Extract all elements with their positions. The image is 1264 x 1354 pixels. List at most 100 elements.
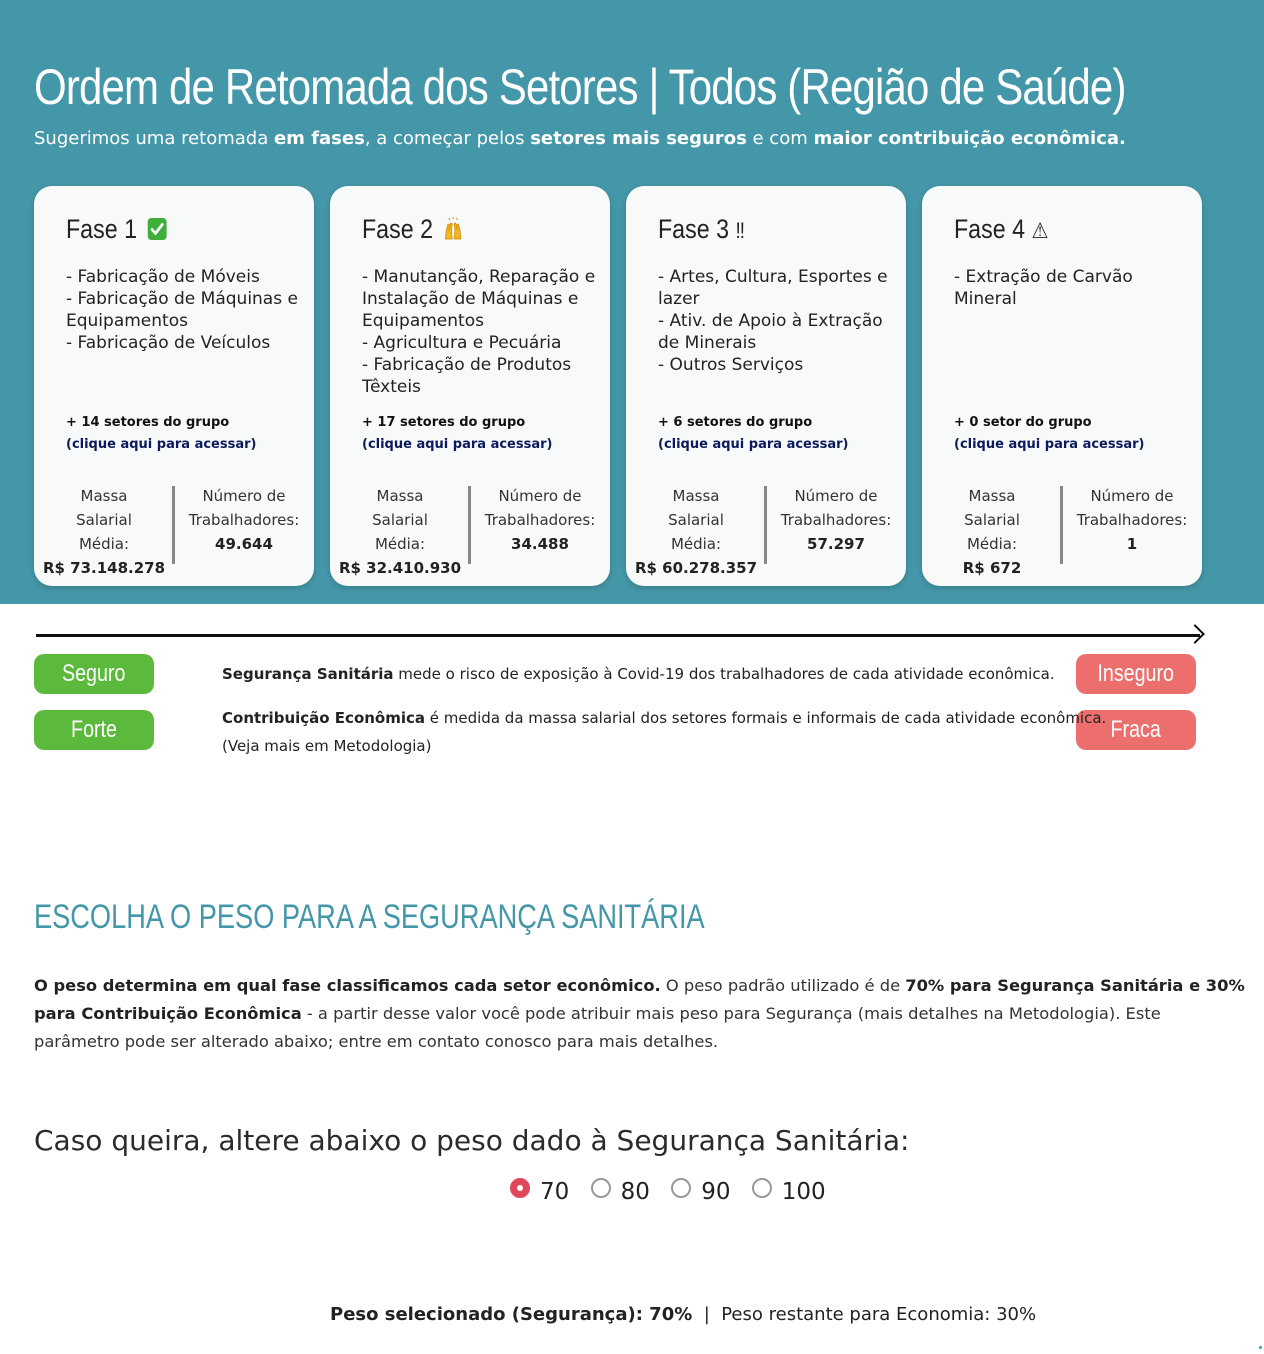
- radio-unselected-icon[interactable]: [590, 1178, 611, 1198]
- workers-value: 49.644: [215, 535, 273, 553]
- arrow-right-icon: [1185, 624, 1205, 644]
- phase-stats: Massa Salarial Média: R$ 672 Número de Tr…: [922, 484, 1202, 577]
- wage-label: Massa Salarial Média:: [76, 487, 132, 553]
- weight-summary: Peso selecionado (Segurança): 70% | Peso…: [330, 1304, 1036, 1325]
- access-sectors-link[interactable]: (clique aqui para acessar): [362, 434, 552, 456]
- remaining-weight: Peso restante para Economia: 30%: [721, 1304, 1037, 1325]
- subtitle-text: Sugerimos uma retomada: [34, 128, 274, 149]
- more-sectors-count: + 14 setores do grupo: [66, 415, 230, 430]
- sector-list: - Manutanção, Reparação e Instalação de …: [362, 266, 598, 398]
- weight-option-label: 70: [540, 1179, 570, 1205]
- safety-text: mede o risco de exposição à Covid-19 dos…: [393, 665, 1055, 683]
- more-sectors-count: + 6 setores do grupo: [658, 415, 813, 430]
- subtitle-bold: setores mais seguros: [530, 128, 747, 149]
- sector-list: - Fabricação de Móveis - Fabricação de M…: [66, 266, 302, 354]
- wage-label: Massa Salarial Média:: [964, 487, 1020, 553]
- phase-title-text: Fase 1: [66, 214, 137, 244]
- economy-text: é medida da massa salarial dos setores f…: [425, 709, 1107, 727]
- check-mark-icon: [147, 218, 167, 240]
- sector-item: - Artes, Cultura, Esportes e lazer: [658, 267, 888, 309]
- phase-stats: Massa Salarial Média: R$ 60.278.357 Númer…: [626, 484, 906, 577]
- sector-item: - Agricultura e Pecuária: [362, 333, 562, 353]
- sector-item: - Fabricação de Móveis: [66, 267, 260, 287]
- page-subtitle: Sugerimos uma retomada em fases, a começ…: [34, 128, 1126, 149]
- access-sectors-link[interactable]: (clique aqui para acessar): [954, 434, 1144, 456]
- radio-unselected-icon[interactable]: [751, 1178, 772, 1198]
- weight-explanation: O peso determina em qual fase classifica…: [34, 972, 1246, 1056]
- sector-item: - Outros Serviços: [658, 355, 804, 375]
- phase-title: Fase 3 ‼: [658, 214, 745, 245]
- radio-selected-icon[interactable]: [510, 1178, 530, 1198]
- sector-item: - Fabricação de Máquinas e Equipamentos: [66, 289, 298, 331]
- weight-section-title: ESCOLHA O PESO PARA A SEGURANÇA SANITÁRI…: [34, 898, 705, 936]
- unsafe-badge: Inseguro: [1076, 654, 1196, 694]
- wage-value: R$ 73.148.278: [42, 559, 166, 577]
- weight-option-80[interactable]: 80: [590, 1178, 650, 1205]
- sector-list: - Artes, Cultura, Esportes e lazer - Ati…: [658, 266, 894, 376]
- weight-option-label: 100: [781, 1179, 826, 1205]
- economy-description: Contribuição Econômica é medida da massa…: [222, 704, 1106, 760]
- workers-label: Número de Trabalhadores:: [188, 487, 300, 529]
- page-title: Ordem de Retomada dos Setores | Todos (R…: [34, 59, 1126, 115]
- economy-term: Contribuição Econômica: [222, 709, 426, 727]
- methodology-note: (Veja mais em Metodologia): [222, 737, 432, 755]
- wage-stat: Massa Salarial Média: R$ 60.278.357: [626, 484, 766, 580]
- phase-title-text: Fase 2: [362, 214, 433, 244]
- phase-card-3: Fase 3 ‼ - Artes, Cultura, Esportes e la…: [626, 186, 906, 586]
- wage-label: Massa Salarial Média:: [372, 487, 428, 553]
- weight-question: Caso queira, altere abaixo o peso dado à…: [34, 1124, 910, 1157]
- header-banner: Ordem de Retomada dos Setores | Todos (R…: [0, 0, 1264, 604]
- sector-item: - Extração de Carvão Mineral: [954, 267, 1133, 309]
- wage-label: Massa Salarial Média:: [668, 487, 724, 553]
- scale-arrow-line: [36, 634, 1200, 637]
- workers-label: Número de Trabalhadores:: [1076, 487, 1188, 529]
- phase-stats: Massa Salarial Média: R$ 32.410.930 Númer…: [330, 484, 610, 577]
- phase-title: Fase 1: [66, 214, 168, 245]
- more-sectors-count: + 17 setores do grupo: [362, 415, 526, 430]
- explanation-bold: O peso determina em qual fase classifica…: [34, 976, 661, 995]
- weight-option-90[interactable]: 90: [671, 1178, 730, 1205]
- more-sectors: + 6 setores do grupo (clique aqui para a…: [658, 412, 848, 456]
- phase-stats: Massa Salarial Média: R$ 73.148.278 Númer…: [34, 484, 314, 577]
- wage-stat: Massa Salarial Média: R$ 32.410.930: [330, 484, 470, 580]
- access-sectors-link[interactable]: (clique aqui para acessar): [658, 434, 848, 456]
- workers-stat: Número de Trabalhadores: 34.488: [470, 484, 610, 556]
- unsafe-badge-label: Inseguro: [1097, 660, 1175, 687]
- wage-value: R$ 32.410.930: [338, 559, 462, 577]
- sector-item: - Fabricação de Veículos: [66, 333, 271, 353]
- wage-stat: Massa Salarial Média: R$ 672: [922, 484, 1062, 580]
- sector-list: - Extração de Carvão Mineral: [954, 266, 1190, 310]
- phase-card-4: Fase 4 ⚠ - Extração de Carvão Mineral + …: [922, 186, 1202, 586]
- sector-item: - Manutanção, Reparação e Instalação de …: [362, 267, 596, 331]
- summary-separator: |: [692, 1304, 722, 1325]
- radio-unselected-icon[interactable]: [671, 1178, 692, 1198]
- workers-value: 34.488: [511, 535, 569, 553]
- workers-label: Número de Trabalhadores:: [780, 487, 892, 529]
- weight-option-label: 90: [701, 1179, 731, 1205]
- raising-hands-icon: [445, 217, 462, 240]
- subtitle-text: , a começar pelos: [364, 128, 531, 149]
- double-exclamation-icon: ‼: [735, 218, 745, 243]
- sector-item: - Ativ. de Apoio à Extração de Minerais: [658, 311, 883, 353]
- workers-value: 57.297: [807, 535, 865, 553]
- weight-option-70[interactable]: 70: [510, 1178, 569, 1205]
- access-sectors-link[interactable]: (clique aqui para acessar): [66, 434, 256, 456]
- more-sectors: + 14 setores do grupo (clique aqui para …: [66, 412, 256, 456]
- wage-stat: Massa Salarial Média: R$ 73.148.278: [34, 484, 174, 580]
- strong-badge: Forte: [34, 710, 154, 750]
- phase-title-text: Fase 3: [658, 214, 729, 244]
- safety-term: Segurança Sanitária: [222, 665, 394, 683]
- more-sectors: + 17 setores do grupo (clique aqui para …: [362, 412, 552, 456]
- warning-icon: ⚠: [1031, 218, 1049, 243]
- explanation-text: O peso padrão utilizado é de: [660, 976, 906, 995]
- weak-badge-label: Fraca: [1110, 716, 1162, 743]
- safe-badge: Seguro: [34, 654, 154, 694]
- wage-value: R$ 60.278.357: [634, 559, 758, 577]
- phase-card-1: Fase 1 - Fabricação de Móveis - Fabricaç…: [34, 186, 314, 586]
- phase-card-2: Fase 2 - Manutanção, Reparação e Instala…: [330, 186, 610, 586]
- strong-badge-label: Forte: [71, 716, 117, 743]
- more-sectors-count: + 0 setor do grupo: [954, 415, 1092, 430]
- workers-stat: Número de Trabalhadores: 57.297: [766, 484, 906, 556]
- weight-option-100[interactable]: 100: [751, 1178, 826, 1205]
- phase-title-text: Fase 4: [954, 214, 1025, 244]
